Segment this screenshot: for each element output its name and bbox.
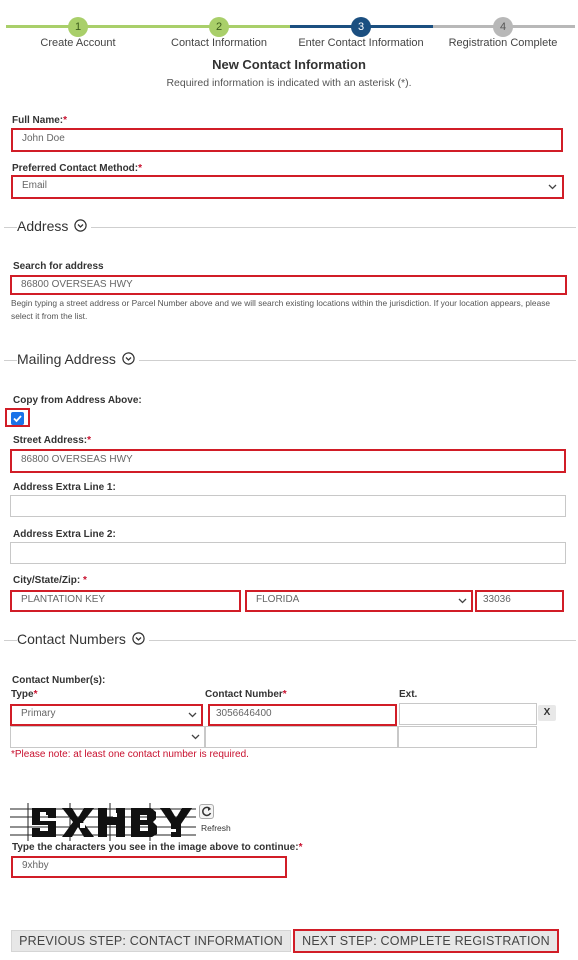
type-column-label: Type* (11, 689, 38, 700)
extra-line-2-input[interactable] (10, 542, 566, 564)
full-name-label: Full Name:* (12, 115, 68, 126)
zip-input[interactable]: 33036 (475, 590, 564, 612)
contact-numbers-section-title: Contact Numbers (17, 631, 126, 647)
state-select[interactable]: FLORIDA (245, 590, 473, 612)
collapse-chevron-icon[interactable] (74, 219, 87, 232)
step-2-label: Contact Information (171, 37, 267, 49)
contact-method-label: Preferred Contact Method:* (12, 163, 143, 174)
street-address-label: Street Address:* (13, 435, 92, 446)
contact-number-input-2[interactable] (205, 726, 398, 748)
next-step-button[interactable]: NEXT STEP: COMPLETE REGISTRATION (293, 929, 559, 953)
extra-line-2-label: Address Extra Line 2: (13, 529, 116, 540)
ext-column-label: Ext. (399, 689, 418, 700)
mailing-section-header[interactable]: Mailing Address (17, 351, 139, 367)
step-2-circle: 2 (209, 17, 229, 37)
chevron-down-icon (548, 184, 557, 190)
remove-contact-button[interactable]: X (538, 705, 556, 721)
contact-method-value: Email (22, 180, 48, 191)
page-title: New Contact Information (212, 57, 366, 72)
step-3-circle: 3 (351, 17, 371, 37)
contact-type-select[interactable]: Primary (10, 704, 203, 726)
chevron-down-icon (188, 712, 197, 718)
contact-number-note: *Please note: at least one contact numbe… (11, 749, 249, 760)
contact-type-select-2[interactable] (10, 726, 205, 748)
copy-address-checkbox[interactable] (11, 412, 24, 425)
extension-input[interactable] (399, 703, 537, 725)
extension-input-2[interactable] (398, 726, 537, 748)
refresh-icon (202, 806, 212, 817)
step-1-label: Create Account (40, 37, 116, 49)
search-address-input[interactable]: 86800 OVERSEAS HWY (10, 275, 567, 295)
number-column-label: Contact Number* (205, 689, 287, 700)
contact-numbers-section-header[interactable]: Contact Numbers (17, 631, 149, 647)
search-address-help: Begin typing a street address or Parcel … (11, 298, 551, 321)
contact-numbers-label: Contact Number(s): (12, 675, 106, 686)
copy-address-highlight (5, 408, 30, 427)
chevron-down-icon (191, 734, 200, 740)
captcha-prompt-label: Type the characters you see in the image… (12, 842, 303, 853)
city-input[interactable]: PLANTATION KEY (10, 590, 241, 612)
extra-line-1-label: Address Extra Line 1: (13, 482, 116, 493)
search-address-label: Search for address (13, 261, 104, 272)
address-section-header[interactable]: Address (17, 218, 92, 234)
stepper-bar-complete (6, 25, 290, 28)
step-3-label: Enter Contact Information (298, 37, 424, 49)
step-4-label: Registration Complete (448, 37, 558, 49)
step-1-circle: 1 (68, 17, 88, 37)
captcha-refresh-button[interactable] (199, 804, 214, 819)
city-state-zip-label: City/State/Zip: * (13, 575, 87, 586)
page-subtitle: Required information is indicated with a… (166, 77, 412, 89)
contact-number-input[interactable]: 3056646400 (208, 704, 397, 726)
chevron-down-icon (458, 598, 467, 604)
contact-type-value: Primary (21, 708, 56, 719)
step-4-circle: 4 (493, 17, 513, 37)
contact-method-select[interactable]: Email (11, 175, 564, 199)
checkmark-icon (13, 415, 22, 423)
collapse-chevron-icon[interactable] (132, 632, 145, 645)
full-name-input[interactable]: John Doe (11, 128, 563, 152)
copy-address-label: Copy from Address Above: (13, 395, 142, 406)
previous-step-button[interactable]: PREVIOUS STEP: CONTACT INFORMATION (11, 930, 291, 952)
mailing-section-title: Mailing Address (17, 351, 116, 367)
captcha-image (10, 803, 196, 841)
street-address-input[interactable]: 86800 OVERSEAS HWY (10, 449, 566, 473)
extra-line-1-input[interactable] (10, 495, 566, 517)
address-section-title: Address (17, 218, 69, 234)
state-value: FLORIDA (256, 594, 300, 605)
captcha-refresh-label[interactable]: Refresh (201, 823, 231, 833)
collapse-chevron-icon[interactable] (122, 352, 135, 365)
captcha-input[interactable]: 9xhby (11, 856, 287, 878)
